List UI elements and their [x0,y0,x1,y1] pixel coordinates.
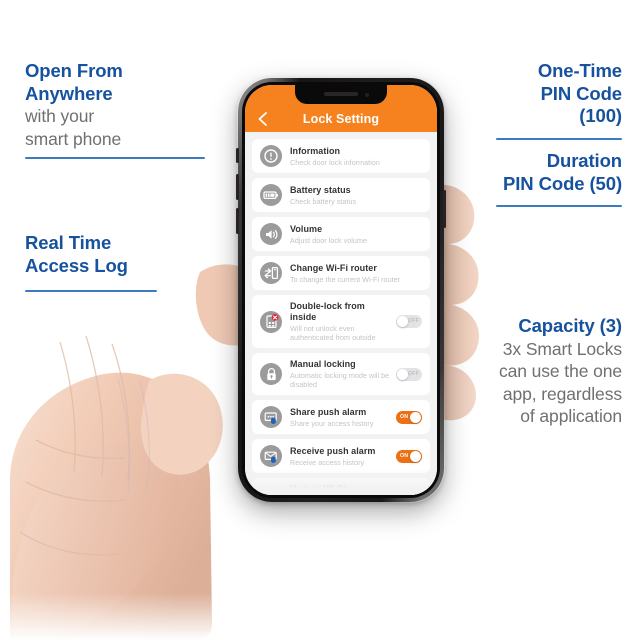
list-item-desc: Share your access history [290,418,374,428]
power-button[interactable] [443,190,446,228]
list-item-manual-locking[interactable]: Manual locking Automatic locking mode wi… [252,353,430,395]
callout-rule [496,137,622,140]
list-item-double-lock-from-inside[interactable]: Double-lock from inside Will not unlock … [252,295,430,348]
router-transfer-icon [260,262,282,284]
callout-one-time-pin-code: One-Time PIN Code (100) [496,60,622,140]
info-circle-icon [260,145,282,167]
toggle-share-push-alarm[interactable]: ON [396,410,422,424]
list-item-share-push-alarm[interactable]: Share push alarm Share your access histo… [252,400,430,434]
earpiece-speaker [324,92,358,96]
list-item-label: Battery status [290,184,351,195]
list-item-battery-status[interactable]: Battery status Check battery status [252,178,430,212]
front-camera-icon [365,93,369,97]
list-item-desc: Receive access history [290,457,365,467]
doublelock-icon [260,310,282,333]
chevron-left-icon [258,112,267,126]
callout-subtitle: 3x Smart Locks can use the one app, rega… [498,338,622,427]
callout-real-time-access-log: Real Time Access Log [25,232,157,292]
list-item-desc: Check door lock information [290,157,380,167]
page-title: Lock Setting [302,112,380,126]
toggle-receive-push-alarm[interactable]: ON [396,449,422,463]
list-item-label: Double-lock from inside [290,301,365,322]
list-item-label: Receive push alarm [290,445,376,456]
volume-up-button[interactable] [236,174,239,200]
toggle-knob [410,411,421,423]
padlock-icon [260,363,282,385]
list-item-label: Information [290,145,341,156]
toggle-knob [397,316,408,327]
list-item-label: Share push alarm [290,406,367,417]
smartphone-mockup: Lock Setting Information Check door lock… [236,77,446,503]
volume-down-button[interactable] [236,208,239,234]
callout-title: Duration PIN Code (50) [503,150,622,194]
list-item-label: Volume [290,223,323,234]
mute-switch[interactable] [236,148,239,163]
toggle-knob [397,368,408,380]
list-item-label: Manual locking [290,359,356,369]
toggle-label: OFF [408,370,419,377]
callout-capacity: Capacity (3) 3x Smart Locks can use the … [462,315,622,428]
wifi-refresh-icon [260,488,282,495]
callout-rule [25,157,205,159]
toggle-manual-locking[interactable]: OFF [396,367,422,381]
toggle-double-lock[interactable]: OFF [396,315,422,328]
settings-list[interactable]: Information Check door lock information [245,132,437,495]
list-item-label: Change Wi-Fi router [290,262,377,273]
list-item-label: Update Wi-Fi [290,484,346,494]
list-item-desc: To change the current Wi-Fi router [290,274,401,284]
callout-title: One-Time PIN Code (100) [537,60,622,126]
list-item-volume[interactable]: Volume Adjust door lock volume [252,217,430,251]
list-item-change-wifi-router[interactable]: Change Wi-Fi router To change the curren… [252,256,430,290]
list-item-desc: Check battery status [290,196,357,206]
callout-title: Open From Anywhere [25,60,123,104]
list-item-information[interactable]: Information Check door lock information [252,139,430,173]
speaker-volume-icon [260,223,282,245]
toggle-label: ON [400,413,409,420]
phone-bezel: Lock Setting Information Check door lock… [242,82,440,498]
receive-bell-icon [260,445,282,467]
list-item-receive-push-alarm[interactable]: Receive push alarm Receive access histor… [252,439,430,473]
battery-icon [260,184,282,206]
toggle-knob [410,450,421,462]
callout-open-from-anywhere: Open From Anywhere with your smart phone [25,60,205,159]
list-item-desc: Will not unlock even authenticated from … [290,324,376,342]
callout-title: Capacity (3) [518,315,622,336]
toggle-label: OFF [408,318,419,324]
list-item-desc: Automatic locking mode will be disabled [290,371,390,389]
callout-rule [496,205,622,207]
back-button[interactable] [254,111,270,127]
phone-screen: Lock Setting Information Check door lock… [245,85,437,495]
share-bell-icon [260,406,282,428]
callout-duration-pin-code: Duration PIN Code (50) [496,150,622,207]
list-item-desc: Adjust door lock volume [290,235,367,245]
callout-subtitle: with your smart phone [25,106,122,149]
callout-title: Real Time Access Log [25,232,128,276]
promo-graphic: Open From Anywhere with your smart phone R… [0,0,640,640]
toggle-label: ON [400,452,409,459]
callout-rule [25,290,157,292]
list-item-update-wifi[interactable]: Update Wi-Fi Update to latest version of… [252,478,430,495]
